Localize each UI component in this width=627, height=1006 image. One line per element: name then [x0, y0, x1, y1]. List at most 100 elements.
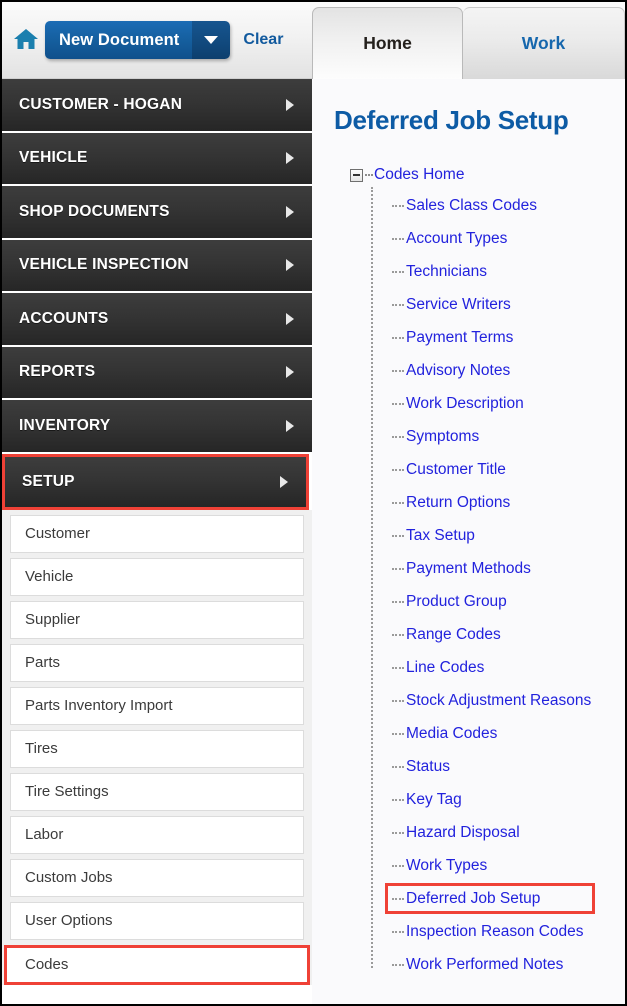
tree-root-codes-home[interactable]: Codes Home [350, 162, 625, 188]
submenu-item-label: Tires [25, 740, 58, 757]
tree-item-label[interactable]: Stock Adjustment Reasons [406, 692, 591, 710]
sidebar-item-vehicle-inspection[interactable]: VEHICLE INSPECTION [2, 239, 312, 293]
submenu-item-label: Vehicle [25, 568, 74, 585]
submenu-item-custom-jobs[interactable]: Custom Jobs [10, 858, 304, 897]
tree-item-label[interactable]: Account Types [406, 230, 507, 248]
submenu-item-label: Labor [25, 826, 64, 843]
tree-item-work-performed-notes[interactable]: Work Performed Notes [371, 948, 625, 981]
clear-button[interactable]: Clear [243, 31, 283, 49]
tree-connector [392, 666, 404, 669]
tree-item-payment-terms[interactable]: Payment Terms [371, 321, 625, 354]
sidebar-setup-submenu: Customer Vehicle Supplier Parts Parts Invent… [2, 509, 312, 985]
tree-item-media-codes[interactable]: Media Codes [371, 717, 625, 750]
tree-item-customer-title[interactable]: Customer Title [371, 453, 625, 486]
sidebar-main-menu: CUSTOMER - HOGAN VEHICLE SHOP DOCUMENTS VEH… [2, 79, 312, 510]
tree-item-account-types[interactable]: Account Types [371, 222, 625, 255]
tree-item-label[interactable]: Product Group [406, 593, 507, 611]
submenu-item-tire-settings[interactable]: Tire Settings [10, 772, 304, 811]
tree-item-label[interactable]: Key Tag [406, 791, 462, 809]
tree-item-range-codes[interactable]: Range Codes [371, 618, 625, 651]
tree-connector [392, 732, 404, 735]
tree-item-inspection-reason-codes[interactable]: Inspection Reason Codes [371, 915, 625, 948]
tree-item-symptoms[interactable]: Symptoms [371, 420, 625, 453]
sidebar-item-shop-documents[interactable]: SHOP DOCUMENTS [2, 186, 312, 240]
tree-item-advisory-notes[interactable]: Advisory Notes [371, 354, 625, 387]
chevron-down-icon[interactable] [192, 21, 231, 59]
submenu-item-customer[interactable]: Customer [10, 514, 304, 553]
tree-item-stock-adjustment-reasons[interactable]: Stock Adjustment Reasons [371, 684, 625, 717]
submenu-item-labor[interactable]: Labor [10, 815, 304, 854]
tree-item-tax-setup[interactable]: Tax Setup [371, 519, 625, 552]
tree-item-label[interactable]: Media Codes [406, 725, 497, 743]
tree-item-label[interactable]: Hazard Disposal [406, 824, 520, 842]
tree-item-key-tag[interactable]: Key Tag [371, 783, 625, 816]
tree-connector [392, 699, 404, 702]
tree-connector [392, 303, 404, 306]
tree-item-label[interactable]: Deferred Job Setup [406, 890, 540, 908]
tree-item-label[interactable]: Return Options [406, 494, 510, 512]
tree-item-label[interactable]: Advisory Notes [406, 362, 510, 380]
tree-item-return-options[interactable]: Return Options [371, 486, 625, 519]
submenu-item-tires[interactable]: Tires [10, 729, 304, 768]
codes-tree: Codes Home Sales Class Codes Account Type… [324, 162, 625, 981]
chevron-right-icon [286, 152, 294, 165]
tree-connector [365, 174, 373, 176]
tree-item-label[interactable]: Work Description [406, 395, 524, 413]
submenu-item-parts-inventory-import[interactable]: Parts Inventory Import [10, 686, 304, 725]
sidebar-item-vehicle[interactable]: VEHICLE [2, 132, 312, 186]
app-window: New Document Clear Home Work CUSTOMER - … [0, 0, 627, 1006]
tree-item-label[interactable]: Technicians [406, 263, 487, 281]
tree-item-label[interactable]: Service Writers [406, 296, 511, 314]
home-icon[interactable] [11, 24, 41, 54]
submenu-item-vehicle[interactable]: Vehicle [10, 557, 304, 596]
tab-home[interactable]: Home [312, 7, 463, 79]
tree-item-label[interactable]: Status [406, 758, 450, 776]
tree-item-product-group[interactable]: Product Group [371, 585, 625, 618]
tree-item-label[interactable]: Symptoms [406, 428, 479, 446]
sidebar-item-accounts[interactable]: ACCOUNTS [2, 293, 312, 347]
minus-box-icon[interactable] [350, 168, 363, 182]
submenu-item-supplier[interactable]: Supplier [10, 600, 304, 639]
sidebar-item-setup[interactable]: SETUP [2, 453, 309, 510]
tree-item-deferred-job-setup[interactable]: Deferred Job Setup [371, 882, 625, 915]
tree-item-label[interactable]: Sales Class Codes [406, 197, 537, 215]
tree-item-status[interactable]: Status [371, 750, 625, 783]
tree-item-label[interactable]: Work Performed Notes [406, 956, 563, 974]
tree-item-label[interactable]: Customer Title [406, 461, 506, 479]
tab-work[interactable]: Work [463, 7, 625, 79]
tree-item-label[interactable]: Inspection Reason Codes [406, 923, 584, 941]
chevron-right-icon [286, 419, 294, 432]
tree-connector [392, 633, 404, 636]
tree-item-payment-methods[interactable]: Payment Methods [371, 552, 625, 585]
document-toolbar: New Document Clear [2, 2, 312, 78]
tree-item-work-description[interactable]: Work Description [371, 387, 625, 420]
tree-item-label[interactable]: Line Codes [406, 659, 484, 677]
tree-item-label[interactable]: Work Types [406, 857, 487, 875]
tree-item-label[interactable]: Payment Terms [406, 329, 513, 347]
tree-root-label[interactable]: Codes Home [374, 166, 464, 184]
submenu-item-user-options[interactable]: User Options [10, 901, 304, 940]
tree-item-line-codes[interactable]: Line Codes [371, 651, 625, 684]
tree-item-label[interactable]: Tax Setup [406, 527, 475, 545]
sidebar-item-customer-hogan[interactable]: CUSTOMER - HOGAN [2, 79, 312, 133]
submenu-item-label: Parts [25, 654, 61, 671]
chevron-right-icon [286, 366, 294, 379]
tree-connector [392, 237, 404, 240]
new-document-button[interactable]: New Document [45, 21, 193, 59]
submenu-item-codes[interactable]: Codes [4, 944, 310, 985]
sidebar-navigation: CUSTOMER - HOGAN VEHICLE SHOP DOCUMENTS VEH… [2, 79, 312, 1004]
tree-item-hazard-disposal[interactable]: Hazard Disposal [371, 816, 625, 849]
tree-item-technicians[interactable]: Technicians [371, 255, 625, 288]
tree-item-label[interactable]: Range Codes [406, 626, 501, 644]
tree-item-work-types[interactable]: Work Types [371, 849, 625, 882]
tree-item-label[interactable]: Payment Methods [406, 560, 531, 578]
sidebar-item-reports[interactable]: REPORTS [2, 346, 312, 400]
sidebar-item-label: SHOP DOCUMENTS [19, 202, 170, 220]
main-content: Deferred Job Setup Codes Home Sales Clas… [312, 79, 625, 1004]
tree-item-sales-class-codes[interactable]: Sales Class Codes [371, 189, 625, 222]
sidebar-item-inventory[interactable]: INVENTORY [2, 400, 312, 454]
tree-item-service-writers[interactable]: Service Writers [371, 288, 625, 321]
tree-children: Sales Class Codes Account Types Technician… [350, 187, 625, 981]
submenu-item-parts[interactable]: Parts [10, 643, 304, 682]
tree-connector [392, 897, 404, 900]
